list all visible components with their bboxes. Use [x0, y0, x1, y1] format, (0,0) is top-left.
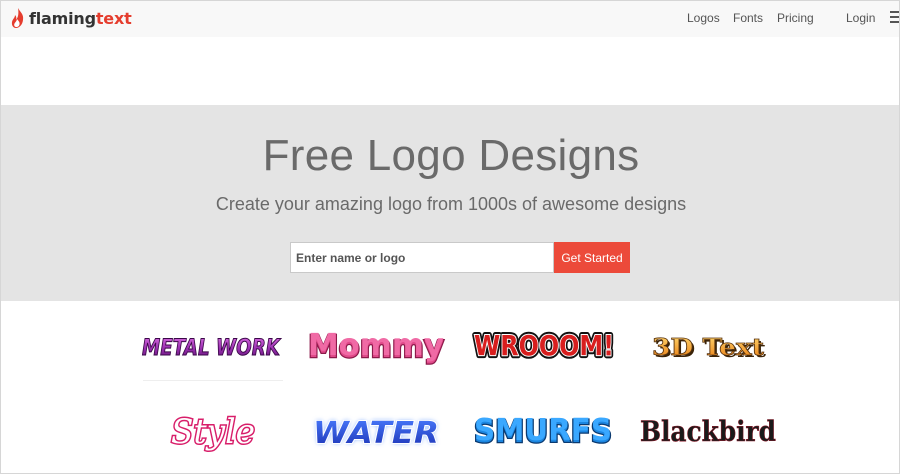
brand-wordmark: flamingtext — [29, 9, 132, 28]
sample-text-outline: Blackbird — [640, 415, 776, 448]
smurfs-logo-art: SMURFS SMURFS — [473, 413, 614, 451]
hero-title: Free Logo Designs — [262, 131, 640, 180]
sample-text-highlight: Mommy — [308, 328, 444, 363]
logo-name-input[interactable] — [290, 242, 554, 273]
top-navbar: flamingtext Logos Fonts Pricing Login — [1, 1, 899, 37]
blackbird-logo-art: Blackbird Blackbird — [639, 414, 777, 449]
hamburger-icon[interactable] — [890, 11, 899, 25]
sample-text: WROOOM! — [474, 329, 614, 362]
sample-text: WATER — [313, 416, 439, 451]
sample-text-highlight: SMURFS — [474, 413, 612, 448]
style-logo-art: Style — [170, 411, 257, 454]
sample-logo-3d-text[interactable]: 3D Text 3D Text — [649, 331, 767, 363]
sample-logo-smurfs[interactable]: SMURFS SMURFS — [471, 411, 615, 451]
hero-section: Free Logo Designs Create your amazing lo… — [1, 105, 899, 301]
brand-name-part2: text — [95, 8, 132, 28]
nav-link-logos[interactable]: Logos — [687, 11, 720, 25]
3d-text-logo-art: 3D Text 3D Text — [652, 334, 767, 363]
get-started-button[interactable]: Get Started — [554, 242, 630, 273]
sample-logo-mommy[interactable]: Mommy Mommy — [305, 325, 447, 367]
nav-link-fonts[interactable]: Fonts — [733, 11, 763, 25]
nav-link-login[interactable]: Login — [846, 11, 875, 25]
wroooom-logo-art: WROOOM! WROOOM! — [471, 326, 617, 365]
water-logo-art: WATER WATER — [312, 415, 440, 452]
flame-icon — [11, 8, 24, 28]
brand-logo-link[interactable]: flamingtext — [10, 6, 132, 30]
sample-text: 3D Text — [652, 334, 764, 361]
mommy-logo-art: Mommy Mommy — [307, 328, 446, 366]
gallery-row-divider — [143, 380, 283, 381]
sample-text: METAL WORK — [142, 336, 282, 361]
sample-logo-water[interactable]: WATER WATER — [309, 411, 443, 453]
browser-viewport: flamingtext Logos Fonts Pricing Login Fr… — [0, 0, 900, 474]
sample-logo-style[interactable]: Style — [167, 405, 259, 457]
metal-work-logo-art: METAL WORK — [142, 336, 283, 362]
sample-logo-wroooom[interactable]: WROOOM! WROOOM! — [471, 325, 617, 365]
nav-link-pricing[interactable]: Pricing — [777, 11, 814, 25]
sample-text: Style — [171, 412, 255, 452]
brand-name-part1: flaming — [29, 8, 96, 28]
sample-logo-metal-work[interactable]: METAL WORK — [139, 327, 283, 367]
hero-subtitle: Create your amazing logo from 1000s of a… — [215, 194, 687, 214]
sample-logo-blackbird[interactable]: Blackbird Blackbird — [637, 409, 779, 453]
